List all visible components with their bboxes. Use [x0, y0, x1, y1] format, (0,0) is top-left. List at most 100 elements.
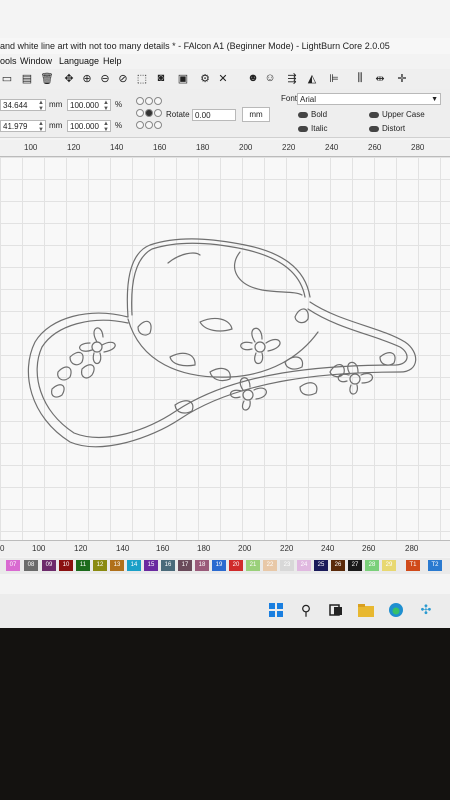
- brim-flower-petals: [79, 327, 116, 365]
- font-select[interactable]: Arial ▼: [297, 93, 441, 105]
- rotate-value: 0.00: [195, 111, 211, 120]
- save-icon[interactable]: ▤: [20, 71, 34, 85]
- upper-case-toggle[interactable]: [369, 112, 379, 118]
- unit-toggle-button[interactable]: mm: [242, 107, 270, 122]
- anchor-dot-selected[interactable]: [145, 109, 153, 117]
- window-title-bar: and white line art with not too many det…: [0, 38, 450, 54]
- anchor-dot[interactable]: [154, 121, 162, 129]
- color-swatch[interactable]: 22: [263, 560, 277, 571]
- task-view-icon[interactable]: [328, 602, 344, 618]
- windows-start-icon[interactable]: [268, 602, 284, 618]
- send-icon[interactable]: ⇶: [285, 71, 299, 85]
- color-swatch[interactable]: 07: [6, 560, 20, 571]
- crown-dent-curve: [167, 252, 201, 264]
- y-position-value: 41.979: [3, 122, 28, 131]
- spinner-icon[interactable]: ▲ ▼: [38, 100, 44, 112]
- bold-toggle[interactable]: [298, 112, 308, 118]
- color-swatch[interactable]: 08: [24, 560, 38, 571]
- mirror-icon[interactable]: ◭: [305, 71, 319, 85]
- color-swatch[interactable]: T2: [428, 560, 442, 571]
- color-swatch[interactable]: 10: [59, 560, 73, 571]
- center-icon[interactable]: ✛: [395, 71, 409, 85]
- zoom-in-icon[interactable]: ⊕: [80, 71, 94, 85]
- color-swatch[interactable]: 25: [314, 560, 328, 571]
- hat-crown-outline: [126, 238, 311, 318]
- width-field[interactable]: 100.000 ▲ ▼: [67, 99, 111, 112]
- mirror-horizontal-icon[interactable]: ⇹: [373, 71, 387, 85]
- color-swatch[interactable]: 09: [42, 560, 56, 571]
- users-icon[interactable]: ☻: [246, 71, 260, 85]
- distribute-icon[interactable]: ⫼: [353, 71, 367, 85]
- color-swatch[interactable]: 19: [212, 560, 226, 571]
- menu-tools[interactable]: ools: [0, 54, 17, 69]
- color-swatch[interactable]: 26: [331, 560, 345, 571]
- y-position-field[interactable]: 41.979 ▲ ▼: [0, 120, 46, 133]
- ruler-tick-label: 280: [411, 143, 425, 152]
- monitor-icon[interactable]: ▣: [176, 71, 190, 85]
- anchor-dot[interactable]: [154, 97, 162, 105]
- distort-toggle[interactable]: [369, 126, 379, 132]
- lightburn-app-icon[interactable]: ✣: [418, 602, 434, 618]
- color-swatch[interactable]: 17: [178, 560, 192, 571]
- zoom-out-icon[interactable]: ⊖: [98, 71, 112, 85]
- band-leaf: [137, 320, 152, 336]
- height-percent-label: %: [115, 121, 123, 130]
- font-value: Arial: [300, 95, 317, 104]
- color-swatch[interactable]: 24: [297, 560, 311, 571]
- zoom-fit-icon[interactable]: ⊘: [116, 71, 130, 85]
- x-position-field[interactable]: 34.644 ▲ ▼: [0, 99, 46, 112]
- settings-gear-icon[interactable]: ⚙: [198, 71, 212, 85]
- menu-help[interactable]: Help: [103, 54, 122, 69]
- color-swatch[interactable]: 23: [280, 560, 294, 571]
- spinner-icon[interactable]: ▲ ▼: [103, 100, 109, 112]
- file-explorer-icon[interactable]: [358, 602, 374, 618]
- color-swatch[interactable]: 13: [110, 560, 124, 571]
- color-swatch[interactable]: 14: [127, 560, 141, 571]
- menu-language[interactable]: Language: [59, 54, 99, 69]
- color-swatch[interactable]: 12: [93, 560, 107, 571]
- new-file-icon[interactable]: ▭: [0, 71, 14, 85]
- search-icon[interactable]: ⚲: [298, 602, 314, 618]
- frame-select-icon[interactable]: ⬚: [135, 71, 149, 85]
- wrench-icon[interactable]: ✕: [216, 71, 230, 85]
- color-swatch[interactable]: 18: [195, 560, 209, 571]
- cowboy-hat-line-art[interactable]: [0, 157, 450, 540]
- anchor-dot[interactable]: [136, 121, 144, 129]
- anchor-dot[interactable]: [136, 109, 144, 117]
- color-swatch[interactable]: 11: [76, 560, 90, 571]
- color-swatch[interactable]: 16: [161, 560, 175, 571]
- color-swatch[interactable]: T1: [406, 560, 420, 571]
- ruler-tick-label: 240: [321, 544, 335, 553]
- rotate-field[interactable]: 0.00: [192, 109, 236, 121]
- spinner-icon[interactable]: ▲ ▼: [38, 121, 44, 133]
- anchor-dot[interactable]: [154, 109, 162, 117]
- move-icon[interactable]: ✥: [62, 71, 76, 85]
- ruler-tick-label: 160: [153, 143, 167, 152]
- color-swatch[interactable]: 21: [246, 560, 260, 571]
- edge-browser-icon[interactable]: [388, 602, 404, 618]
- color-swatch[interactable]: 20: [229, 560, 243, 571]
- band-flower-center: [254, 341, 266, 353]
- italic-toggle[interactable]: [298, 126, 308, 132]
- trash-icon[interactable]: 🗑: [40, 71, 54, 85]
- ruler-tick-label: 220: [280, 544, 294, 553]
- height-field[interactable]: 100.000 ▲ ▼: [67, 120, 111, 133]
- color-swatch[interactable]: 29: [382, 560, 396, 571]
- design-canvas[interactable]: [0, 157, 450, 540]
- align-icon[interactable]: ⊫: [327, 71, 341, 85]
- ruler-tick-label: 120: [74, 544, 88, 553]
- anchor-dot[interactable]: [145, 97, 153, 105]
- color-swatch[interactable]: 28: [365, 560, 379, 571]
- user-icon[interactable]: ☺: [263, 71, 277, 85]
- ruler-tick-label: 100: [32, 544, 46, 553]
- menu-window[interactable]: Window: [20, 54, 52, 69]
- anchor-dot[interactable]: [145, 121, 153, 129]
- color-swatch[interactable]: 27: [348, 560, 362, 571]
- camera-icon[interactable]: ◙: [154, 71, 168, 85]
- anchor-dot[interactable]: [136, 97, 144, 105]
- ruler-tick-label: 120: [67, 143, 81, 152]
- color-swatch[interactable]: 15: [144, 560, 158, 571]
- ruler-tick-label: 220: [282, 143, 296, 152]
- spinner-icon[interactable]: ▲ ▼: [103, 121, 109, 133]
- window-title: and white line art with not too many det…: [0, 41, 390, 51]
